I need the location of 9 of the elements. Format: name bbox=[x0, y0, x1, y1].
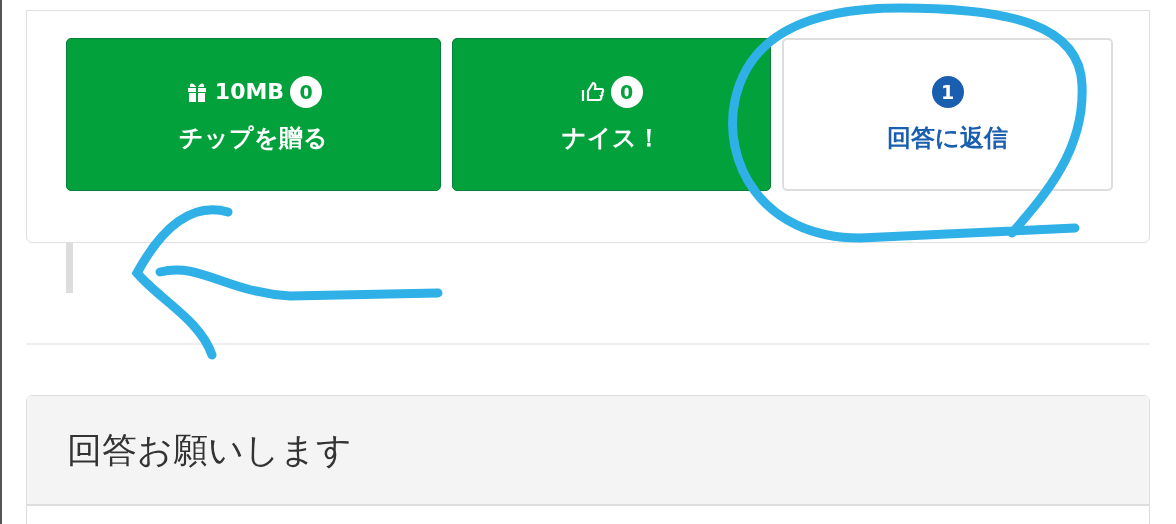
count-badge: 0 bbox=[290, 75, 323, 108]
action-button[interactable]: 10MB 0 チップを贈る bbox=[66, 38, 441, 191]
count-badge: 0 bbox=[610, 75, 643, 108]
thumbs-up-icon bbox=[580, 80, 605, 103]
panel-title: 回答お願いします bbox=[67, 428, 352, 472]
tip-amount: 10MB bbox=[214, 79, 285, 104]
action-button[interactable]: 0 ナイス！ bbox=[452, 38, 771, 191]
count-badge: 1 bbox=[931, 75, 964, 108]
action-button[interactable]: 1 回答に返信 bbox=[782, 38, 1113, 191]
